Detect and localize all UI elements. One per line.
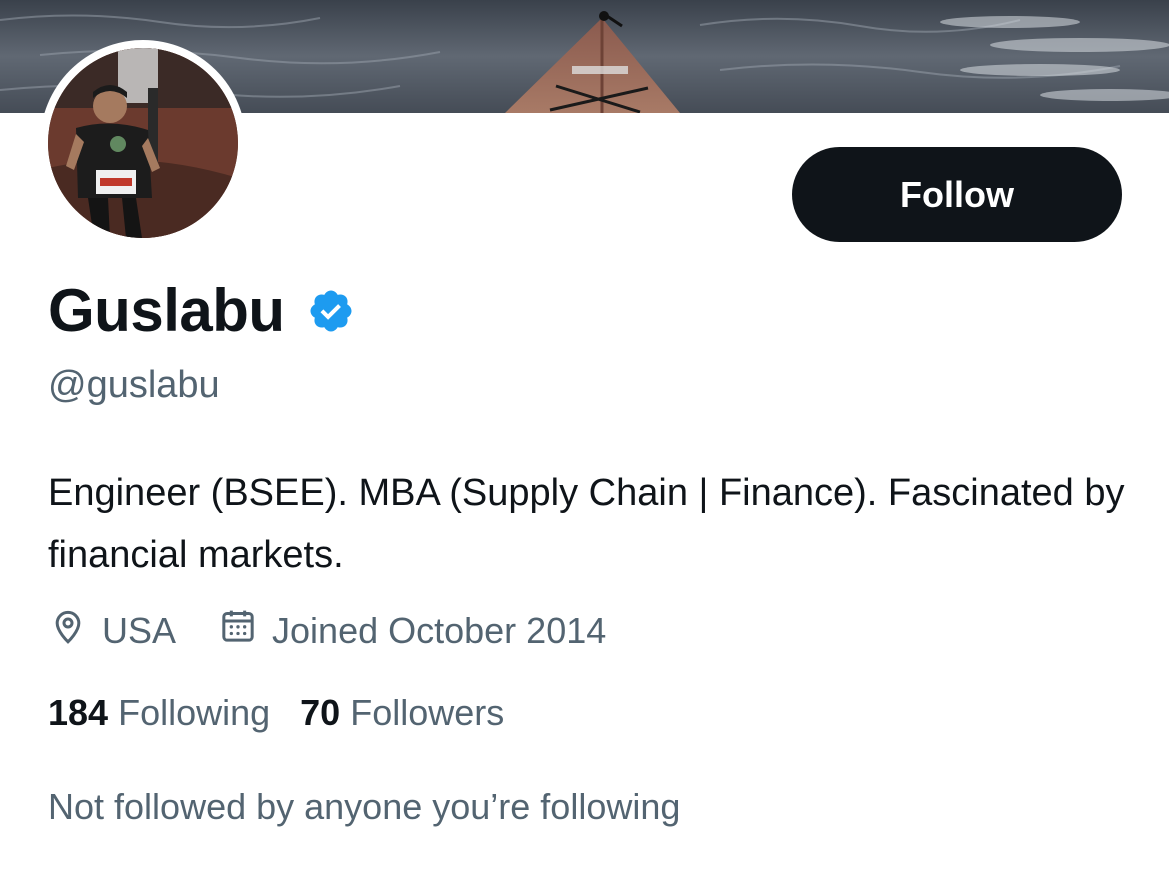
following-count: 184 [48,692,109,733]
location-text: USA [102,609,177,651]
location-pin-icon [48,606,102,655]
profile-bio: Engineer (BSEE). MBA (Supply Chain | Fin… [48,472,1125,576]
avatar-photo [48,48,238,238]
profile-meta: USA Joined October 2014 [48,606,648,655]
following-label: Following [118,692,271,733]
profile-handle: @guslabu [48,364,220,406]
calendar-icon [218,606,272,655]
following-link[interactable]: 184 Following [48,692,270,734]
verified-badge-icon[interactable] [307,287,355,335]
profile-joined-date: Joined October 2014 [218,606,606,655]
followers-label: Followers [350,692,505,733]
profile-name-row: Guslabu [48,276,355,345]
follow-button[interactable]: Follow [792,147,1122,242]
joined-text: Joined October 2014 [272,609,607,651]
profile-location: USA [48,606,176,655]
followers-link[interactable]: 70 Followers [300,692,504,734]
avatar[interactable] [40,40,246,246]
display-name: Guslabu [48,277,285,344]
followers-count: 70 [300,692,341,733]
profile-stats: 184 Following 70 Followers [48,692,534,734]
followed-by-text: Not followed by anyone you’re following [48,786,681,827]
